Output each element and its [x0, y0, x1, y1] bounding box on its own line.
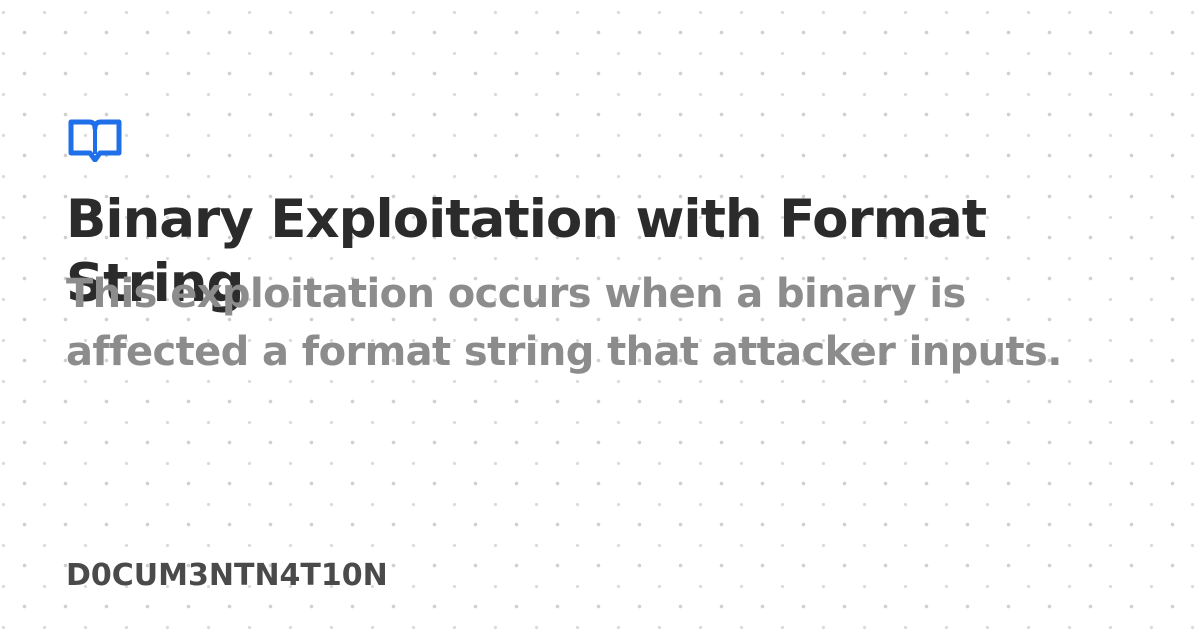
page-description: This exploitation occurs when a binary i…	[66, 271, 1062, 375]
open-book-icon	[68, 118, 122, 163]
site-name: D0CUM3NTN4T10N	[66, 558, 388, 593]
